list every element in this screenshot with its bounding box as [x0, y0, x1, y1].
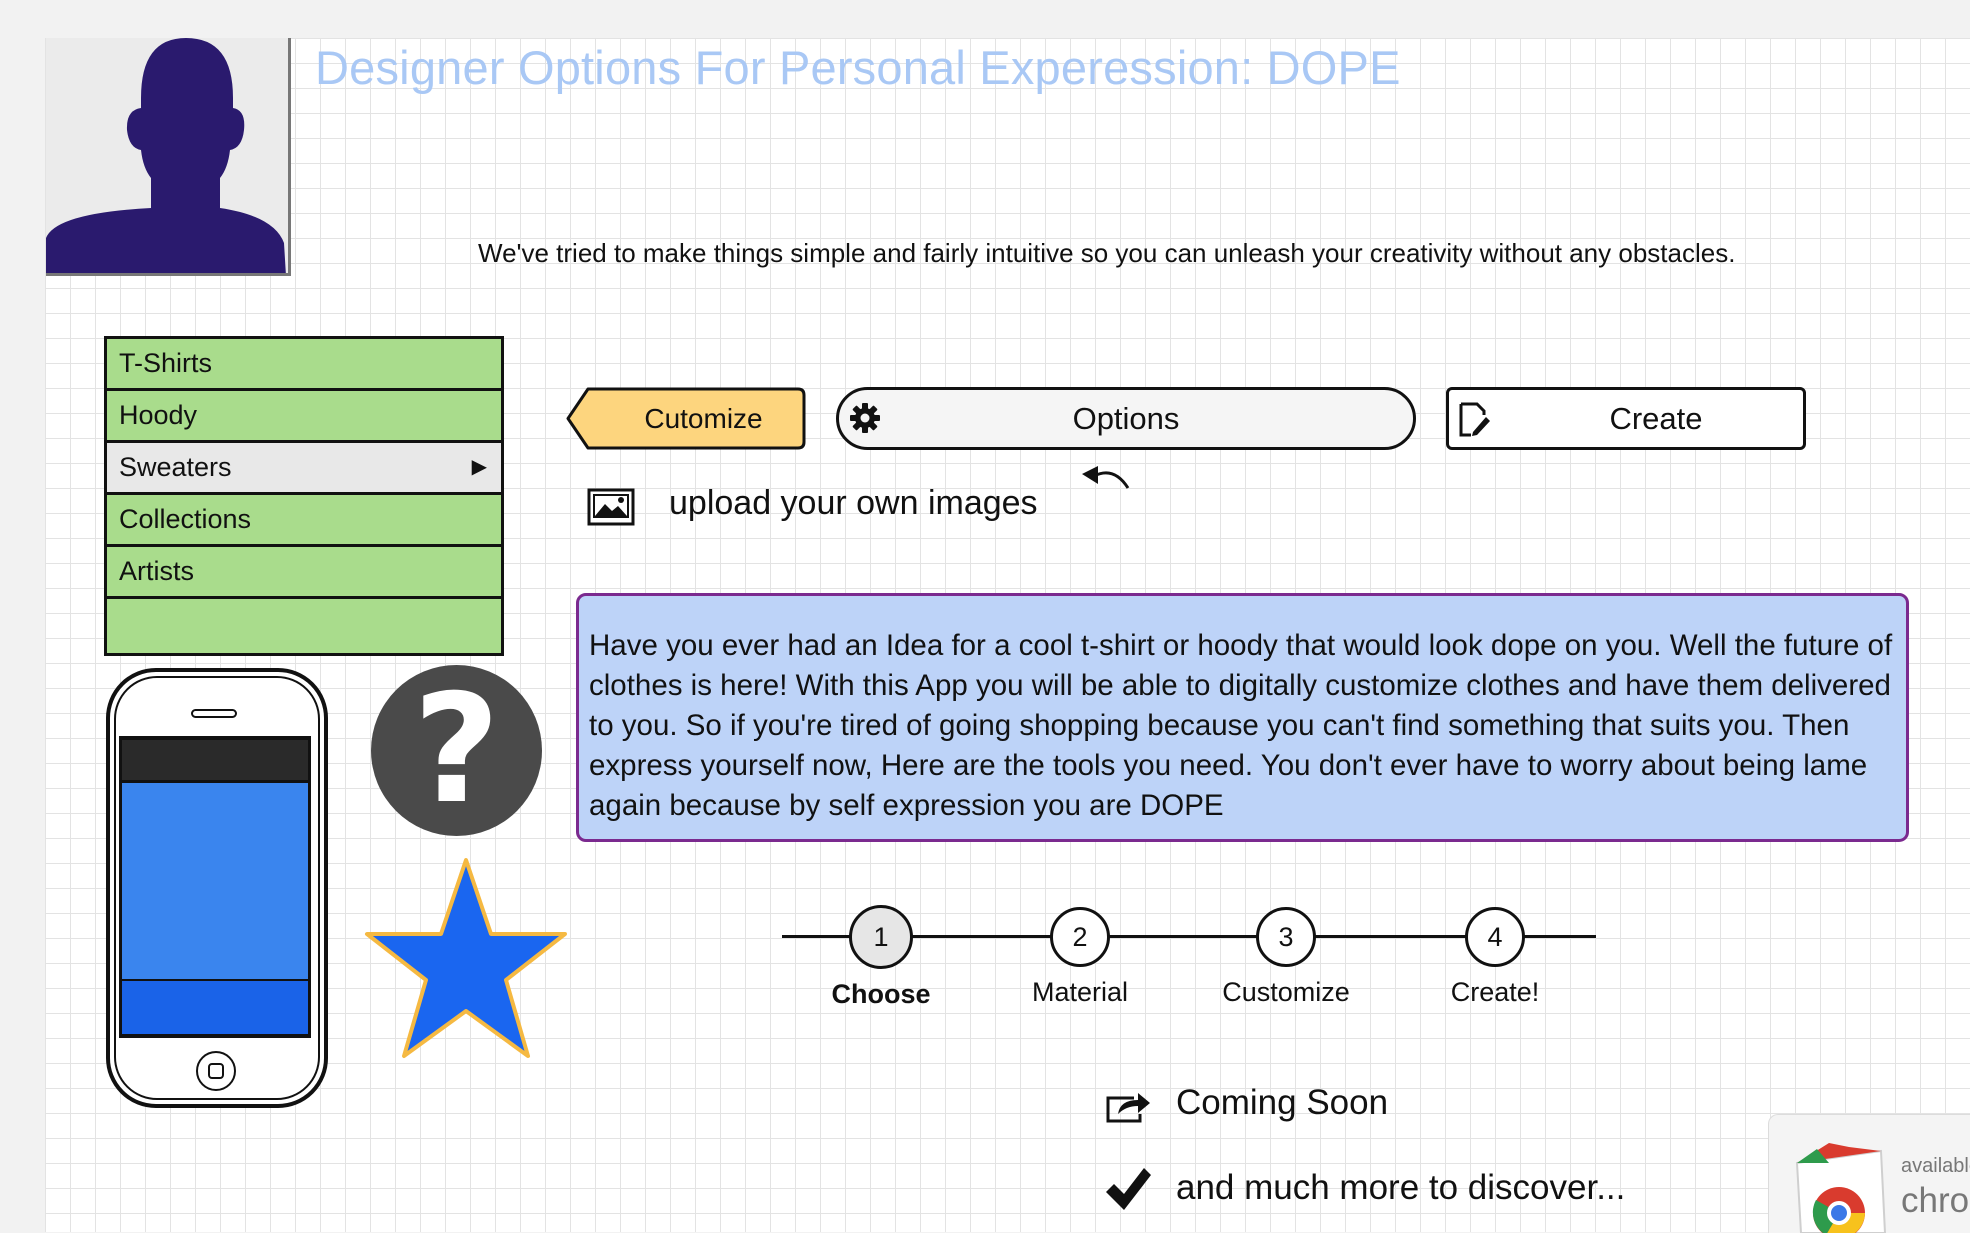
more-to-discover-label: and much more to discover...	[1176, 1168, 1626, 1207]
coming-soon-label: Coming Soon	[1176, 1083, 1389, 1122]
step-label: Create!	[1450, 977, 1540, 1007]
menu-item-sweaters[interactable]: Sweaters ▶	[107, 443, 501, 495]
step-choose[interactable]: 1 Choose	[801, 898, 961, 1010]
page-subtitle: We've tried to make things simple and fa…	[478, 238, 1736, 268]
checkmark-icon	[1106, 1168, 1151, 1210]
menu-item-label: Sweaters	[119, 452, 232, 482]
step-create[interactable]: 4 Create!	[1415, 898, 1575, 1008]
menu-item-label: Collections	[119, 504, 252, 534]
star-icon	[364, 856, 568, 1060]
page-title: Designer Options For Personal Experessio…	[315, 41, 1401, 94]
menu-item-artists[interactable]: Artists	[107, 547, 501, 599]
options-button-label: Options	[1072, 401, 1180, 436]
undo-icon[interactable]	[1080, 462, 1132, 498]
chrome-web-store-badge[interactable]: available chrome	[1768, 1114, 1970, 1233]
question-mark-icon[interactable]: ?	[371, 665, 542, 836]
customize-button[interactable]: Cutomize	[566, 387, 806, 450]
menu-item-label: Artists	[119, 556, 195, 586]
avatar	[46, 38, 291, 276]
description-box: Have you ever had an Idea for a cool t-s…	[576, 593, 1909, 842]
step-label: Choose	[831, 979, 931, 1009]
step-number: 2	[1050, 907, 1110, 967]
smartphone-icon	[106, 668, 328, 1108]
step-label: Customize	[1222, 977, 1350, 1007]
category-menu: T-Shirts Hoody Sweaters ▶ Collections Art…	[104, 336, 504, 656]
options-button[interactable]: Options	[836, 387, 1416, 450]
menu-item-t-shirts[interactable]: T-Shirts	[107, 339, 501, 391]
step-customize[interactable]: 3 Customize	[1206, 898, 1366, 1008]
upload-images-link[interactable]: upload your own images	[587, 478, 1147, 528]
badge-line-2: chrome	[1901, 1181, 1970, 1220]
step-number: 3	[1256, 907, 1316, 967]
menu-item-label: T-Shirts	[119, 348, 213, 378]
person-silhouette-icon	[46, 38, 286, 273]
menu-item-hoody[interactable]: Hoody	[107, 391, 501, 443]
create-button[interactable]: Create	[1446, 387, 1806, 450]
step-number: 1	[849, 905, 913, 969]
customize-button-label: Cutomize	[644, 403, 763, 434]
step-label: Material	[1031, 977, 1129, 1007]
badge-line-1: available	[1901, 1155, 1970, 1177]
more-to-discover-item: and much more to discover...	[1104, 1162, 1664, 1216]
menu-item-label: Hoody	[119, 400, 198, 430]
question-glyph: ?	[412, 663, 500, 837]
edit-document-icon	[1459, 402, 1490, 437]
share-icon	[1106, 1093, 1150, 1123]
step-number: 4	[1465, 907, 1525, 967]
create-button-label: Create	[1609, 401, 1703, 436]
menu-empty-slot	[107, 599, 501, 651]
step-material[interactable]: 2 Material	[1000, 898, 1160, 1008]
coming-soon-item: Coming Soon	[1104, 1078, 1604, 1128]
menu-item-collections[interactable]: Collections	[107, 495, 501, 547]
progress-steps: 1 Choose 2 Material 3 Customize 4 Create…	[782, 898, 1602, 1018]
upload-images-label: upload your own images	[669, 484, 1038, 522]
image-icon	[587, 488, 635, 526]
submenu-arrow-icon: ▶	[471, 456, 487, 478]
chrome-web-store-icon	[1795, 1143, 1887, 1233]
